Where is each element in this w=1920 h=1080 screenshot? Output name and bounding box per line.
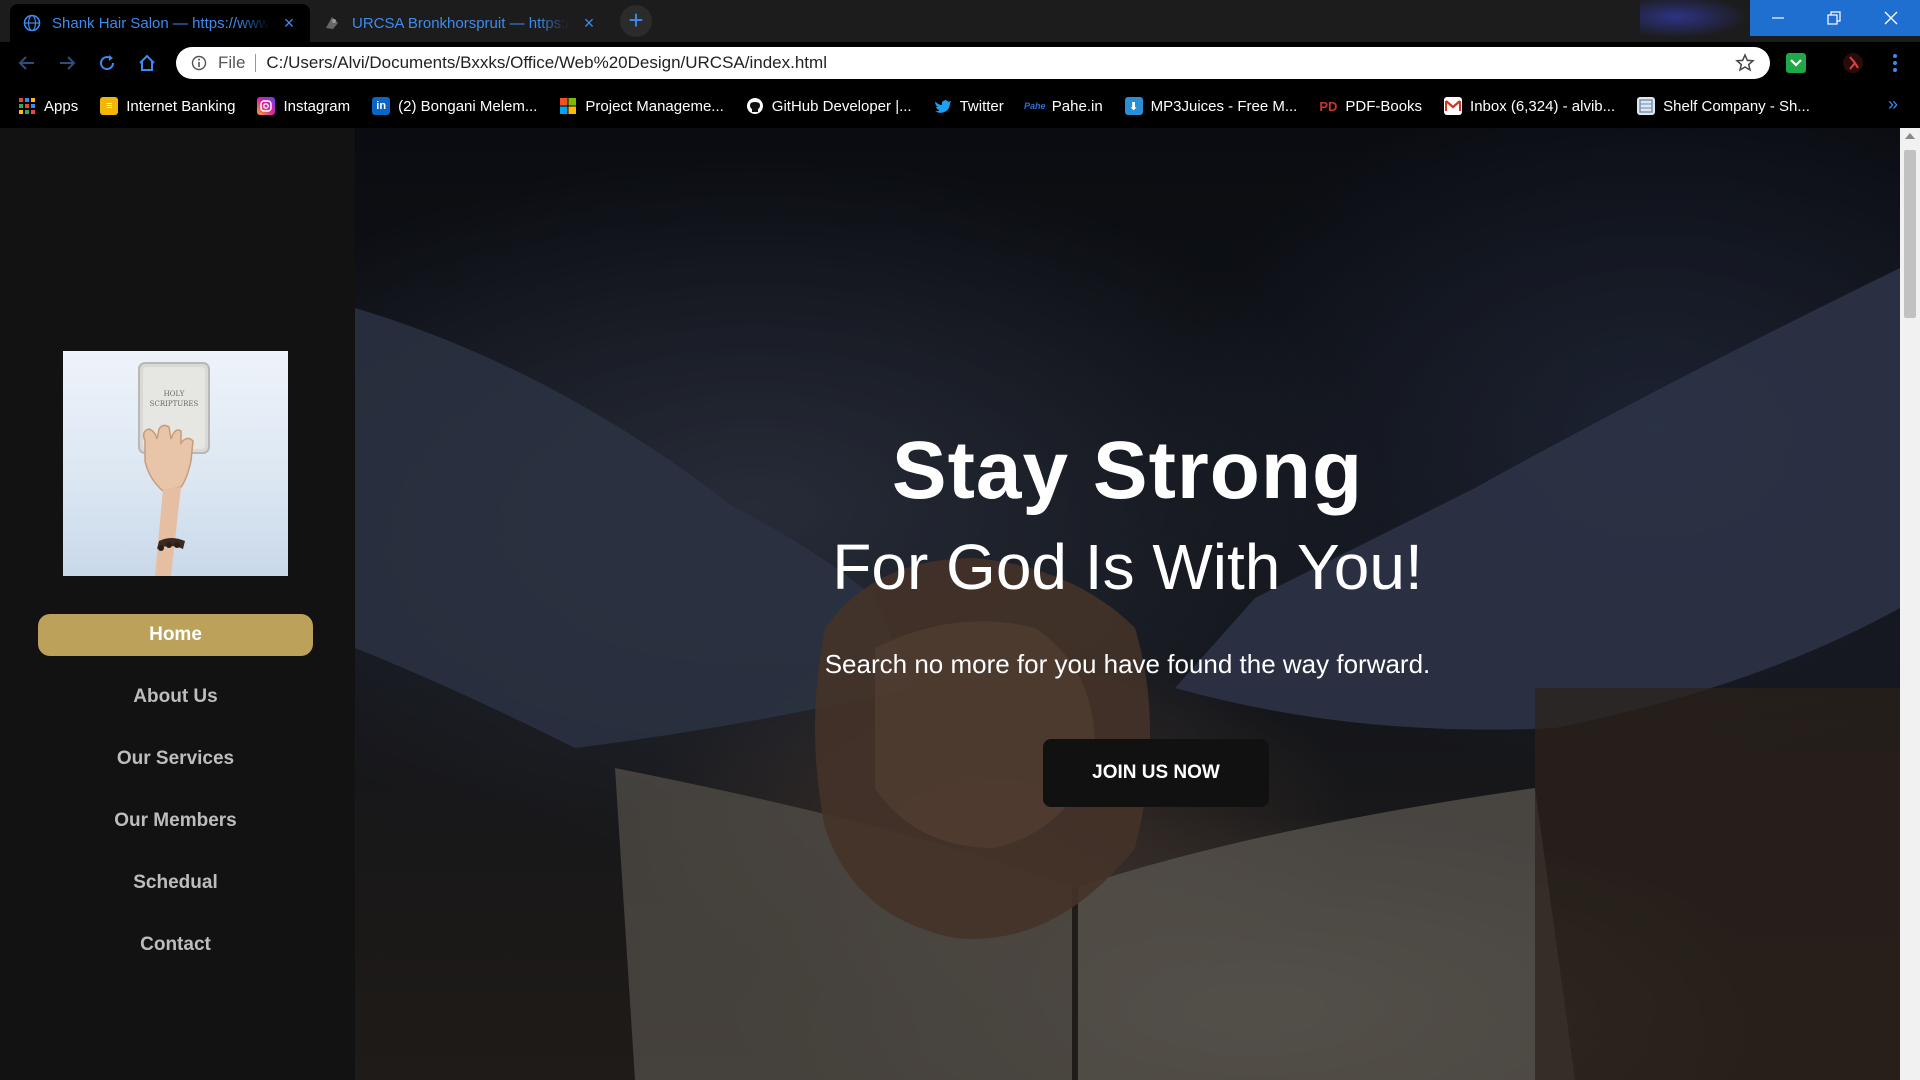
join-us-button[interactable]: JOIN US NOW [1043, 739, 1269, 807]
bookmark-pdf-books[interactable]: PD PDF-Books [1319, 97, 1422, 115]
shelf-icon [1637, 97, 1656, 115]
bookmark-apps[interactable]: Apps [18, 97, 78, 115]
bank-icon: ≡ [100, 97, 119, 115]
address-scheme: File [218, 54, 257, 72]
nav-contact[interactable]: Contact [38, 924, 313, 966]
bookmark-pahe[interactable]: Pahe Pahe.in [1024, 97, 1103, 115]
hand-holding-bible-icon: HOLY SCRIPTURES [138, 362, 210, 576]
pdf-icon: PD [1319, 98, 1338, 114]
bookmark-label: Twitter [959, 97, 1004, 115]
instagram-icon [257, 97, 276, 115]
close-window-icon [1884, 11, 1898, 25]
linkedin-icon: in [372, 97, 391, 115]
nav-schedual[interactable]: Schedual [38, 862, 313, 904]
forward-arrow-icon [60, 56, 76, 70]
forward-button[interactable] [52, 48, 82, 78]
menu-kebab-icon[interactable] [1882, 50, 1908, 76]
bookmark-star-icon[interactable] [1734, 52, 1756, 74]
extension-shield-icon[interactable] [1783, 50, 1809, 76]
bookmark-label: Inbox (6,324) - alvib... [1470, 97, 1616, 115]
scroll-up-arrow-icon[interactable] [1905, 133, 1915, 139]
bookmark-project-management[interactable]: Project Manageme... [559, 97, 724, 115]
scroll-thumb[interactable] [1904, 150, 1916, 318]
urcsa-favicon-icon [322, 13, 342, 33]
bookmark-instagram[interactable]: Instagram [257, 97, 350, 115]
tab-title: Shank Hair Salon — https://www.shankhair… [52, 14, 270, 32]
reload-button[interactable] [92, 48, 122, 78]
close-icon[interactable]: × [580, 14, 598, 32]
web-page: HOLY SCRIPTURES Home About Us Our Servic… [0, 128, 1920, 1080]
address-bar[interactable]: File C:/Users/Alvi/Documents/Bxxks/Offic… [176, 47, 1770, 79]
bookmark-label: Internet Banking [126, 97, 236, 115]
gmail-icon [1444, 97, 1463, 115]
nav-our-services[interactable]: Our Services [38, 738, 313, 780]
bookmarks-bar: Apps ≡ Internet Banking Instagram in (2)… [0, 84, 1920, 128]
hero-subtitle: For God Is With You! [832, 531, 1423, 603]
info-icon[interactable] [190, 54, 208, 72]
close-window-button[interactable] [1862, 0, 1920, 36]
tab-title: URCSA Bronkhorspruit — https:// [352, 14, 570, 32]
tab-shank-hair-salon[interactable]: Shank Hair Salon — https://www.shankhair… [10, 4, 310, 42]
bookmark-gmail[interactable]: Inbox (6,324) - alvib... [1444, 97, 1615, 115]
bookmark-internet-banking[interactable]: ≡ Internet Banking [100, 97, 235, 115]
bookmark-label: Project Manageme... [585, 97, 724, 115]
close-icon[interactable]: × [280, 14, 298, 32]
bookmark-twitter[interactable]: Twitter [934, 97, 1004, 115]
back-arrow-icon [18, 56, 34, 70]
main-nav: Home About Us Our Services Our Members S… [38, 614, 313, 986]
twitter-icon [934, 97, 952, 115]
bookmark-github[interactable]: GitHub Developer |... [746, 97, 912, 115]
tab-urcsa[interactable]: URCSA Bronkhorspruit — https:// × [310, 4, 610, 42]
minimize-icon [1772, 17, 1784, 19]
more-bookmarks-icon[interactable]: » [1888, 94, 1898, 115]
bookmark-label: GitHub Developer |... [771, 97, 912, 115]
tab-strip: Shank Hair Salon — https://www.shankhair… [0, 0, 1920, 42]
nav-our-members[interactable]: Our Members [38, 800, 313, 842]
logo-image: HOLY SCRIPTURES [63, 351, 288, 576]
new-tab-button[interactable]: + [620, 5, 652, 37]
back-button[interactable] [12, 48, 42, 78]
address-url[interactable]: C:/Users/Alvi/Documents/Bxxks/Office/Web… [266, 53, 1734, 73]
bookmark-linkedin[interactable]: in (2) Bongani Melem... [372, 97, 537, 115]
apps-grid-icon [18, 97, 36, 115]
pahe-icon: Pahe [1024, 101, 1046, 111]
reload-icon [100, 55, 115, 71]
minimize-button[interactable] [1750, 0, 1806, 36]
svg-text:HOLY: HOLY [164, 390, 185, 398]
hero-text: Search no more for you have found the wa… [824, 649, 1431, 679]
microsoft-icon [559, 97, 577, 115]
browser-toolbar: File C:/Users/Alvi/Documents/Bxxks/Offic… [0, 42, 1920, 84]
hero-content: Stay Strong For God Is With You! Search … [355, 128, 1900, 1080]
home-button[interactable] [132, 48, 162, 78]
bookmark-label: Instagram [283, 97, 351, 115]
nav-home[interactable]: Home [38, 614, 313, 656]
bookmark-label: Shelf Company - Sh... [1663, 97, 1810, 115]
bookmark-label: MP3Juices - Free M... [1150, 97, 1298, 115]
restore-icon [1827, 11, 1841, 25]
globe-icon [22, 13, 42, 33]
page-scrollbar[interactable] [1900, 128, 1920, 1080]
background-glow [1640, 0, 1760, 42]
nav-about-us[interactable]: About Us [38, 676, 313, 718]
bookmark-label: Pahe.in [1051, 97, 1103, 115]
download-icon: ⬇ [1124, 97, 1143, 115]
sidebar: HOLY SCRIPTURES Home About Us Our Servic… [0, 128, 355, 1080]
hero-title: Stay Strong [891, 425, 1364, 516]
bookmark-label: (2) Bongani Melem... [398, 97, 538, 115]
bookmark-mp3juices[interactable]: ⬇ MP3Juices - Free M... [1124, 97, 1298, 115]
bookmark-label: Apps [44, 97, 79, 115]
hero-section: Stay Strong For God Is With You! Search … [355, 128, 1900, 1080]
bookmark-shelf-company[interactable]: Shelf Company - Sh... [1637, 97, 1810, 115]
bookmark-label: PDF-Books [1345, 97, 1423, 115]
restore-button[interactable] [1806, 0, 1862, 36]
profile-avatar-icon[interactable] [1840, 50, 1866, 76]
home-icon [139, 54, 155, 71]
github-icon [746, 97, 764, 115]
svg-text:SCRIPTURES: SCRIPTURES [150, 400, 199, 408]
